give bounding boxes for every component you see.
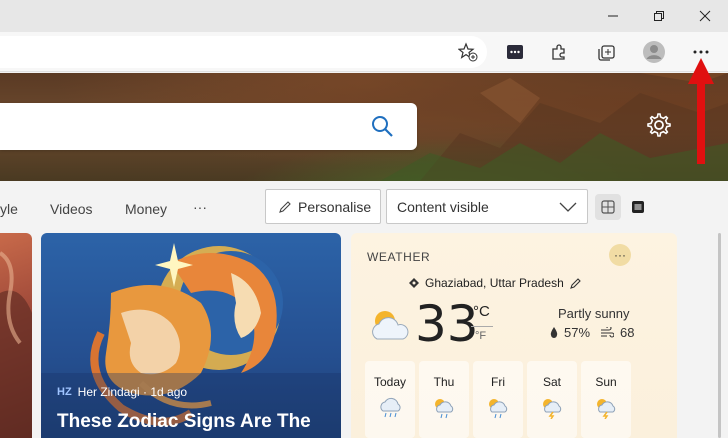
wind-icon: [601, 326, 615, 338]
collections-button[interactable]: [592, 38, 622, 66]
wind-value: 68: [620, 325, 635, 340]
weather-card[interactable]: WEATHER ··· Ghaziabad, Uttar Pradesh 33 …: [351, 233, 677, 438]
forecast-day[interactable]: Sun: [581, 361, 631, 438]
sun-rain-icon: [489, 399, 508, 419]
weather-more-button[interactable]: ···: [609, 244, 631, 266]
grid-view-toggle[interactable]: [595, 194, 621, 220]
news-source: HZ Her Zindagi · 1d ago: [57, 385, 187, 399]
favorite-add-icon: [458, 42, 478, 62]
thunder-cloud-icon: [543, 399, 562, 419]
search-icon[interactable]: [370, 114, 394, 138]
forecast-day-label: Today: [373, 375, 407, 389]
personalise-button[interactable]: Personalise: [265, 189, 381, 224]
page-scrollbar[interactable]: [711, 233, 728, 438]
weather-location[interactable]: Ghaziabad, Uttar Pradesh: [409, 276, 582, 290]
web-search-box[interactable]: [0, 103, 417, 150]
location-diamond-icon: [409, 278, 419, 288]
humidity-drop-icon: [550, 327, 558, 338]
nav-more-button[interactable]: ···: [193, 199, 207, 215]
minimize-icon: [608, 15, 618, 17]
forecast-day[interactable]: Fri: [473, 361, 523, 438]
weather-stats: 57% 68: [550, 325, 635, 340]
zodiac-illustration: [41, 243, 341, 438]
thunder-cloud-icon: [597, 399, 616, 419]
partly-sunny-icon: [372, 311, 409, 340]
humidity-value: 57%: [564, 325, 591, 340]
chevron-down-icon: [559, 202, 577, 212]
address-bar[interactable]: [0, 36, 487, 68]
red-arrow-annotation: [688, 58, 714, 164]
source-logo: HZ: [57, 386, 72, 398]
news-card-image: [0, 251, 32, 438]
close-button[interactable]: [682, 0, 728, 32]
news-headline[interactable]: These Zodiac Signs Are The: [57, 411, 337, 433]
collections-icon: [598, 45, 615, 61]
nav-item-lifestyle[interactable]: yle: [0, 201, 18, 217]
restore-button[interactable]: [636, 0, 682, 32]
extension-media-icon: [507, 45, 523, 59]
browser-toolbar: [0, 32, 728, 72]
location-label: Ghaziabad, Uttar Pradesh: [425, 276, 564, 290]
rain-cloud-icon: [380, 397, 401, 418]
restore-icon: [654, 11, 664, 21]
more-icon: [693, 50, 709, 54]
temperature: 33: [415, 295, 479, 353]
forecast-day-label: Sat: [542, 375, 561, 389]
content-select-value: Content visible: [397, 198, 489, 215]
forecast-day[interactable]: Thu: [419, 361, 469, 438]
pencil-icon: [279, 200, 291, 213]
profile-button[interactable]: [639, 38, 669, 66]
forecast-day-label: Fri: [491, 375, 505, 389]
scrollbar-thumb[interactable]: [718, 233, 721, 438]
edit-location-icon[interactable]: [569, 277, 582, 289]
personalise-label: Personalise: [298, 198, 372, 215]
media-extension-button[interactable]: [500, 38, 530, 66]
content-visibility-select[interactable]: Content visible: [386, 189, 588, 224]
forecast-day[interactable]: Sat: [527, 361, 577, 438]
forecast-day-label: Sun: [595, 375, 617, 389]
title-bar: [0, 0, 728, 32]
profile-icon: [643, 41, 665, 63]
close-icon: [699, 10, 711, 22]
nav-item-money[interactable]: Money: [125, 201, 167, 217]
unit-fahrenheit[interactable]: °F: [475, 330, 486, 342]
extensions-button[interactable]: [544, 38, 574, 66]
source-text: Her Zindagi · 1d ago: [77, 385, 188, 399]
unit-celsius[interactable]: °C: [473, 303, 490, 320]
forecast-day-label: Thu: [433, 375, 455, 389]
forecast-day[interactable]: Today: [365, 361, 415, 438]
news-card-partial[interactable]: [0, 233, 32, 438]
extensions-icon: [552, 44, 565, 60]
minimize-button[interactable]: [590, 0, 636, 32]
weather-condition: Partly sunny: [558, 306, 630, 321]
gear-icon[interactable]: [646, 112, 672, 138]
weather-title: WEATHER: [367, 250, 431, 264]
nav-item-videos[interactable]: Videos: [50, 201, 93, 217]
sun-rain-icon: [435, 399, 454, 419]
grid-layout-icon: [601, 200, 615, 214]
news-card[interactable]: HZ Her Zindagi · 1d ago These Zodiac Sig…: [41, 233, 341, 438]
list-layout-icon: [632, 201, 644, 213]
add-favorite-button[interactable]: [453, 38, 483, 66]
list-view-toggle[interactable]: [625, 194, 651, 220]
unit-divider: [471, 326, 493, 327]
